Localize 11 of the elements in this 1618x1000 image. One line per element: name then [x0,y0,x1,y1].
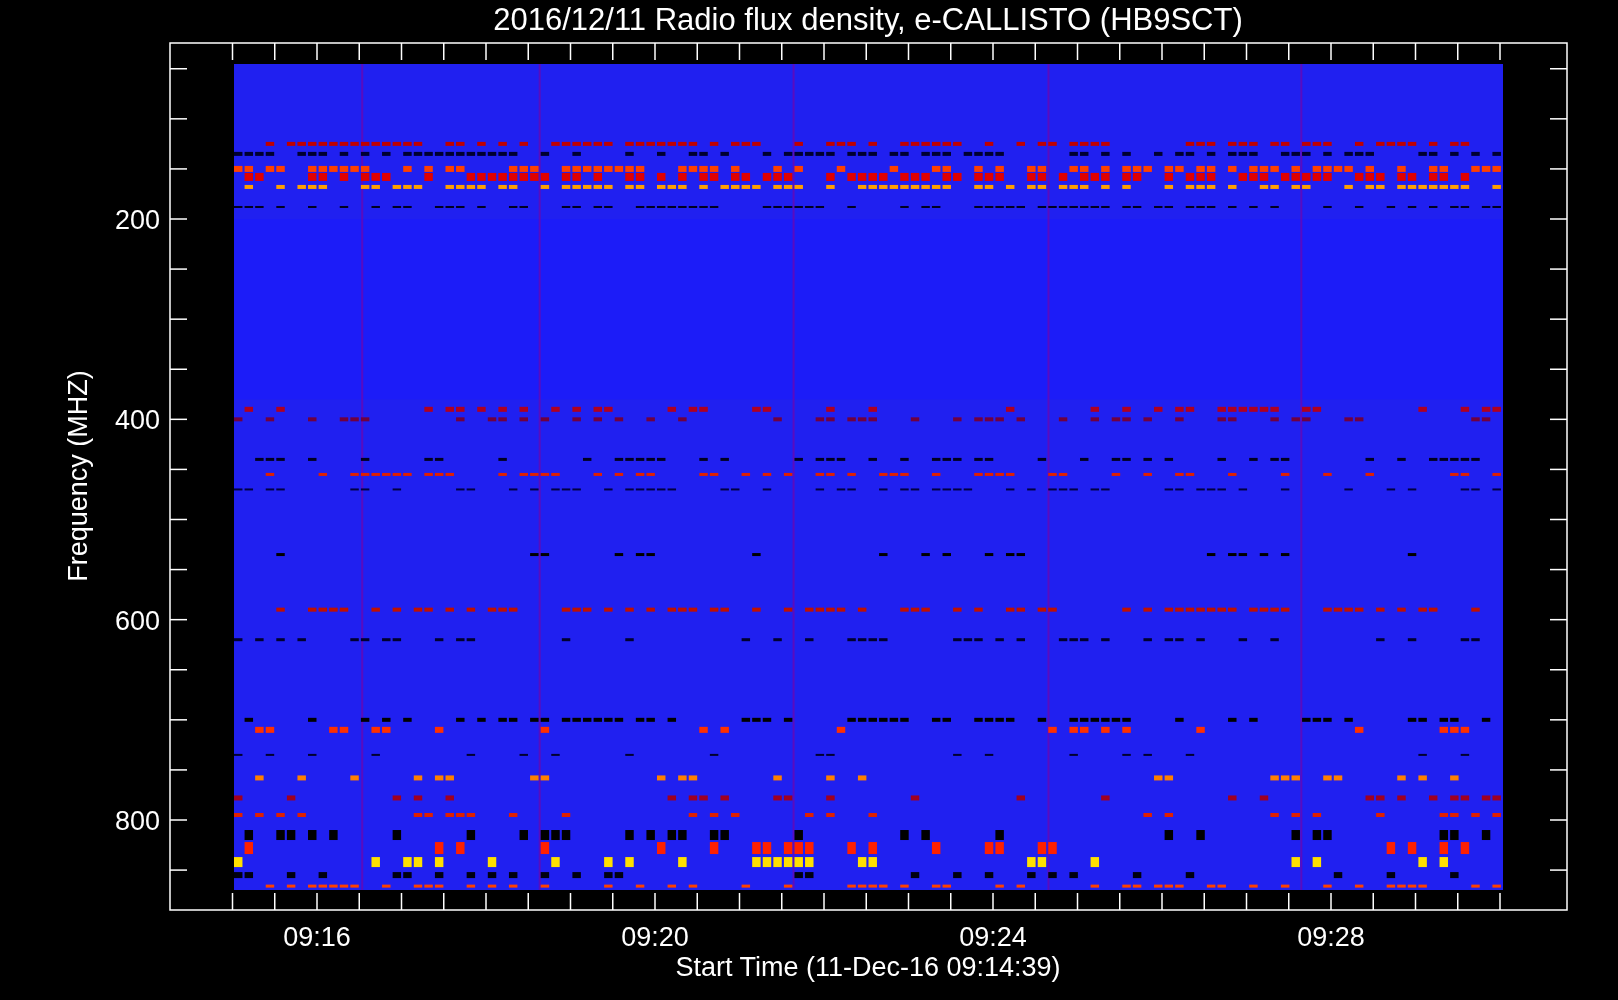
axis-label: Frequency (MHZ) [63,370,93,582]
tick-label: 09:16 [283,922,351,952]
tick-label: 200 [114,205,160,235]
tick-label: 09:20 [621,922,689,952]
tick-label: 600 [114,605,160,636]
tick-label: 800 [114,806,160,836]
tick-label: 09:28 [1297,922,1365,952]
axis-label: Start Time (11-Dec-16 09:14:39) [675,952,1061,982]
tick-label: 400 [114,405,160,436]
plot-title: 2016/12/11 Radio flux density, e-CALLISTO (HB9SCT) [493,2,1243,37]
tick-label: 09:24 [959,922,1027,952]
